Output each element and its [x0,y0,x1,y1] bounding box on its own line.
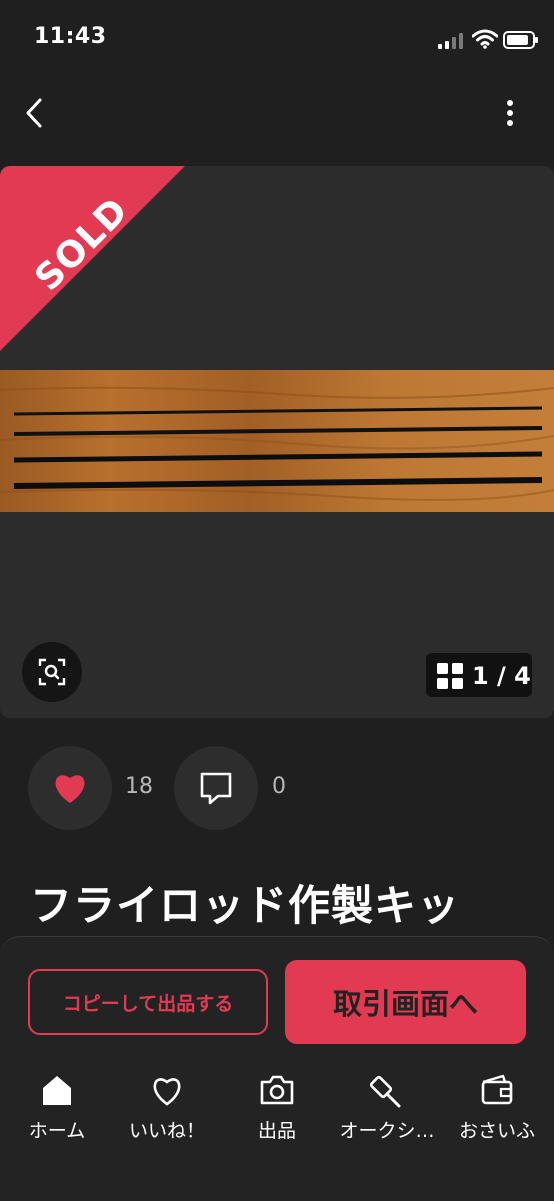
zoom-search-icon [38,658,66,686]
image-zoom-button[interactable] [22,642,82,702]
tab-auction[interactable]: オークシ… [332,1068,442,1148]
more-options-button[interactable] [494,96,526,130]
like-count: 18 [125,774,153,799]
tab-home[interactable]: ホーム [2,1068,112,1148]
cellular-signal-icon [438,33,463,49]
tab-auction-label: オークシ… [339,1120,435,1142]
wallet-icon [481,1074,513,1105]
image-counter-text: 1 / 4 [472,662,531,690]
vertical-ellipsis-icon [507,100,513,126]
sold-ribbon [0,166,185,351]
tab-likes-label: いいね！ [128,1120,205,1142]
image-counter[interactable]: 1 / 4 [426,653,532,697]
product-photo [0,370,554,512]
back-button[interactable] [20,96,52,130]
tab-wallet-label: おさいふ [458,1120,535,1142]
like-button[interactable] [28,746,112,830]
tab-home-label: ホーム [28,1120,86,1142]
comment-button[interactable] [174,746,258,830]
go-to-trade-screen-button[interactable]: 取引画面へ [285,960,526,1044]
heart-icon [55,775,85,803]
heart-outline-icon [153,1078,181,1106]
tab-likes[interactable]: いいね！ [112,1068,222,1148]
product-image-carousel[interactable]: SOLD 1 / 4 [0,166,554,718]
status-bar: 11:43 [0,0,554,80]
bottom-tab-bar: ホーム いいね！ 出品 オークシ… おさいふ [0,1068,554,1148]
camera-icon [260,1075,294,1105]
battery-icon [503,31,538,49]
status-time: 11:43 [34,24,107,49]
home-icon [43,1076,71,1105]
product-title: フライロッド作製キッ [30,881,461,930]
engagement-actions: 18 0 [0,746,554,830]
comment-count: 0 [272,774,286,799]
comment-bubble-icon [200,772,232,805]
copy-and-list-button[interactable]: コピーして出品する [28,969,268,1035]
tab-sell[interactable]: 出品 [222,1068,332,1148]
chevron-left-icon [26,98,42,128]
tab-sell-label: 出品 [257,1120,296,1142]
top-navigation [0,80,554,150]
grid-icon [437,663,463,689]
wifi-icon [472,29,498,49]
gavel-icon [369,1075,401,1108]
tab-wallet[interactable]: おさいふ [442,1068,552,1148]
